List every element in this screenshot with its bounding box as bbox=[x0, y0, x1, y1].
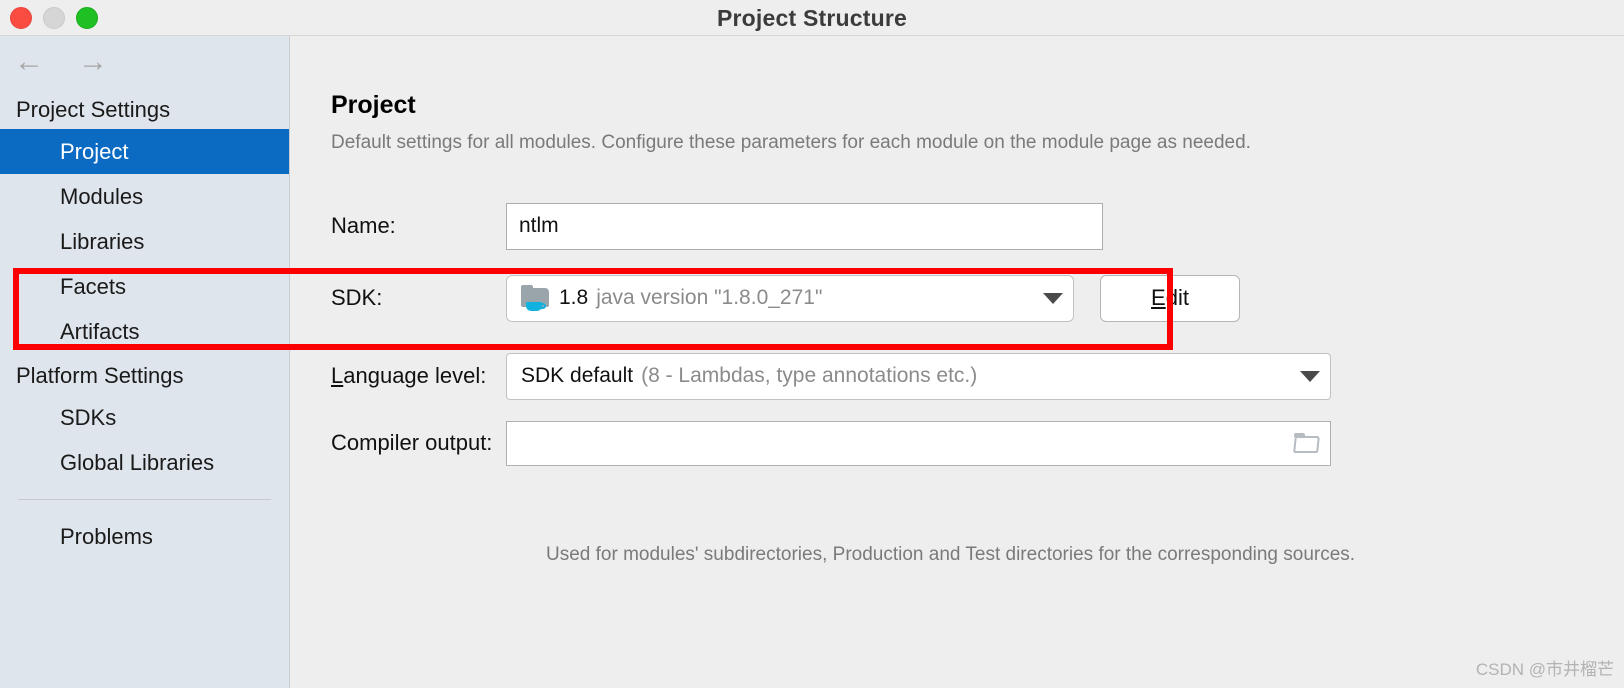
sdk-version: 1.8 bbox=[559, 286, 589, 309]
sidebar-item-facets[interactable]: Facets bbox=[0, 264, 289, 309]
page-title: Project bbox=[331, 91, 416, 119]
language-level-detail: (8 - Lambdas, type annotations etc.) bbox=[641, 364, 978, 387]
name-label: Name: bbox=[331, 213, 396, 238]
compiler-output-label: Compiler output: bbox=[331, 430, 493, 455]
sidebar-group-project-settings: Project Settings bbox=[16, 97, 171, 122]
sidebar-item-project[interactable]: Project bbox=[0, 129, 289, 174]
sidebar-item-sdks[interactable]: SDKs bbox=[0, 395, 289, 440]
edit-button-label-rest: dit bbox=[1165, 285, 1189, 310]
sdk-version-full: java version "1.8.0_271" bbox=[596, 286, 823, 309]
sidebar-group-platform-settings: Platform Settings bbox=[16, 363, 184, 388]
sidebar-item-artifacts[interactable]: Artifacts bbox=[0, 309, 289, 354]
sidebar-divider bbox=[18, 499, 271, 500]
name-row: Name: ntlm bbox=[291, 196, 1624, 256]
name-input[interactable]: ntlm bbox=[506, 202, 1103, 250]
sdk-row: SDK: 1.8 java version "1.8.0_271" Edit bbox=[291, 256, 1624, 340]
window-titlebar: Project Structure bbox=[0, 0, 1624, 36]
sidebar-item-modules[interactable]: Modules bbox=[0, 174, 289, 219]
sdk-label: SDK: bbox=[331, 285, 383, 310]
sidebar-item-problems[interactable]: Problems bbox=[0, 514, 289, 559]
language-level-mnemonic: L bbox=[331, 363, 344, 388]
forward-arrow-icon[interactable]: → bbox=[76, 45, 110, 79]
watermark: CSDN @市井榴芒 bbox=[1475, 660, 1614, 679]
back-arrow-icon[interactable]: ← bbox=[12, 45, 46, 79]
chevron-down-icon bbox=[1043, 292, 1063, 304]
compiler-output-input[interactable] bbox=[506, 420, 1331, 466]
sidebar-item-libraries[interactable]: Libraries bbox=[0, 219, 289, 264]
language-level-value: SDK default bbox=[521, 364, 634, 387]
sidebar: ← → Project Settings Project Modules Lib… bbox=[0, 36, 290, 688]
project-settings-form: Name: ntlm SDK: 1.8 java version "1.8.0_… bbox=[291, 196, 1624, 474]
main-panel: Project Default settings for all modules… bbox=[291, 36, 1624, 688]
sidebar-item-global-libraries[interactable]: Global Libraries bbox=[0, 440, 289, 485]
chevron-down-icon bbox=[1300, 370, 1320, 382]
name-input-value: ntlm bbox=[519, 214, 559, 237]
folder-browse-icon[interactable] bbox=[1293, 432, 1320, 454]
sidebar-navbar: ← → bbox=[0, 36, 289, 88]
compiler-output-row: Compiler output: bbox=[291, 412, 1624, 474]
language-level-dropdown[interactable]: SDK default (8 - Lambdas, type annotatio… bbox=[506, 352, 1331, 400]
sdk-dropdown[interactable]: 1.8 java version "1.8.0_271" bbox=[506, 274, 1074, 322]
page-subtitle: Default settings for all modules. Config… bbox=[331, 132, 1251, 153]
edit-button-mnemonic: E bbox=[1151, 285, 1166, 310]
language-level-label: Language level: bbox=[331, 363, 487, 388]
java-sdk-icon bbox=[521, 285, 551, 311]
language-level-row: Language level: SDK default (8 - Lambdas… bbox=[291, 340, 1624, 412]
compiler-output-hint: Used for modules' subdirectories, Produc… bbox=[546, 544, 1356, 565]
window-title: Project Structure bbox=[716, 5, 907, 31]
edit-sdk-button[interactable]: Edit bbox=[1100, 274, 1240, 322]
